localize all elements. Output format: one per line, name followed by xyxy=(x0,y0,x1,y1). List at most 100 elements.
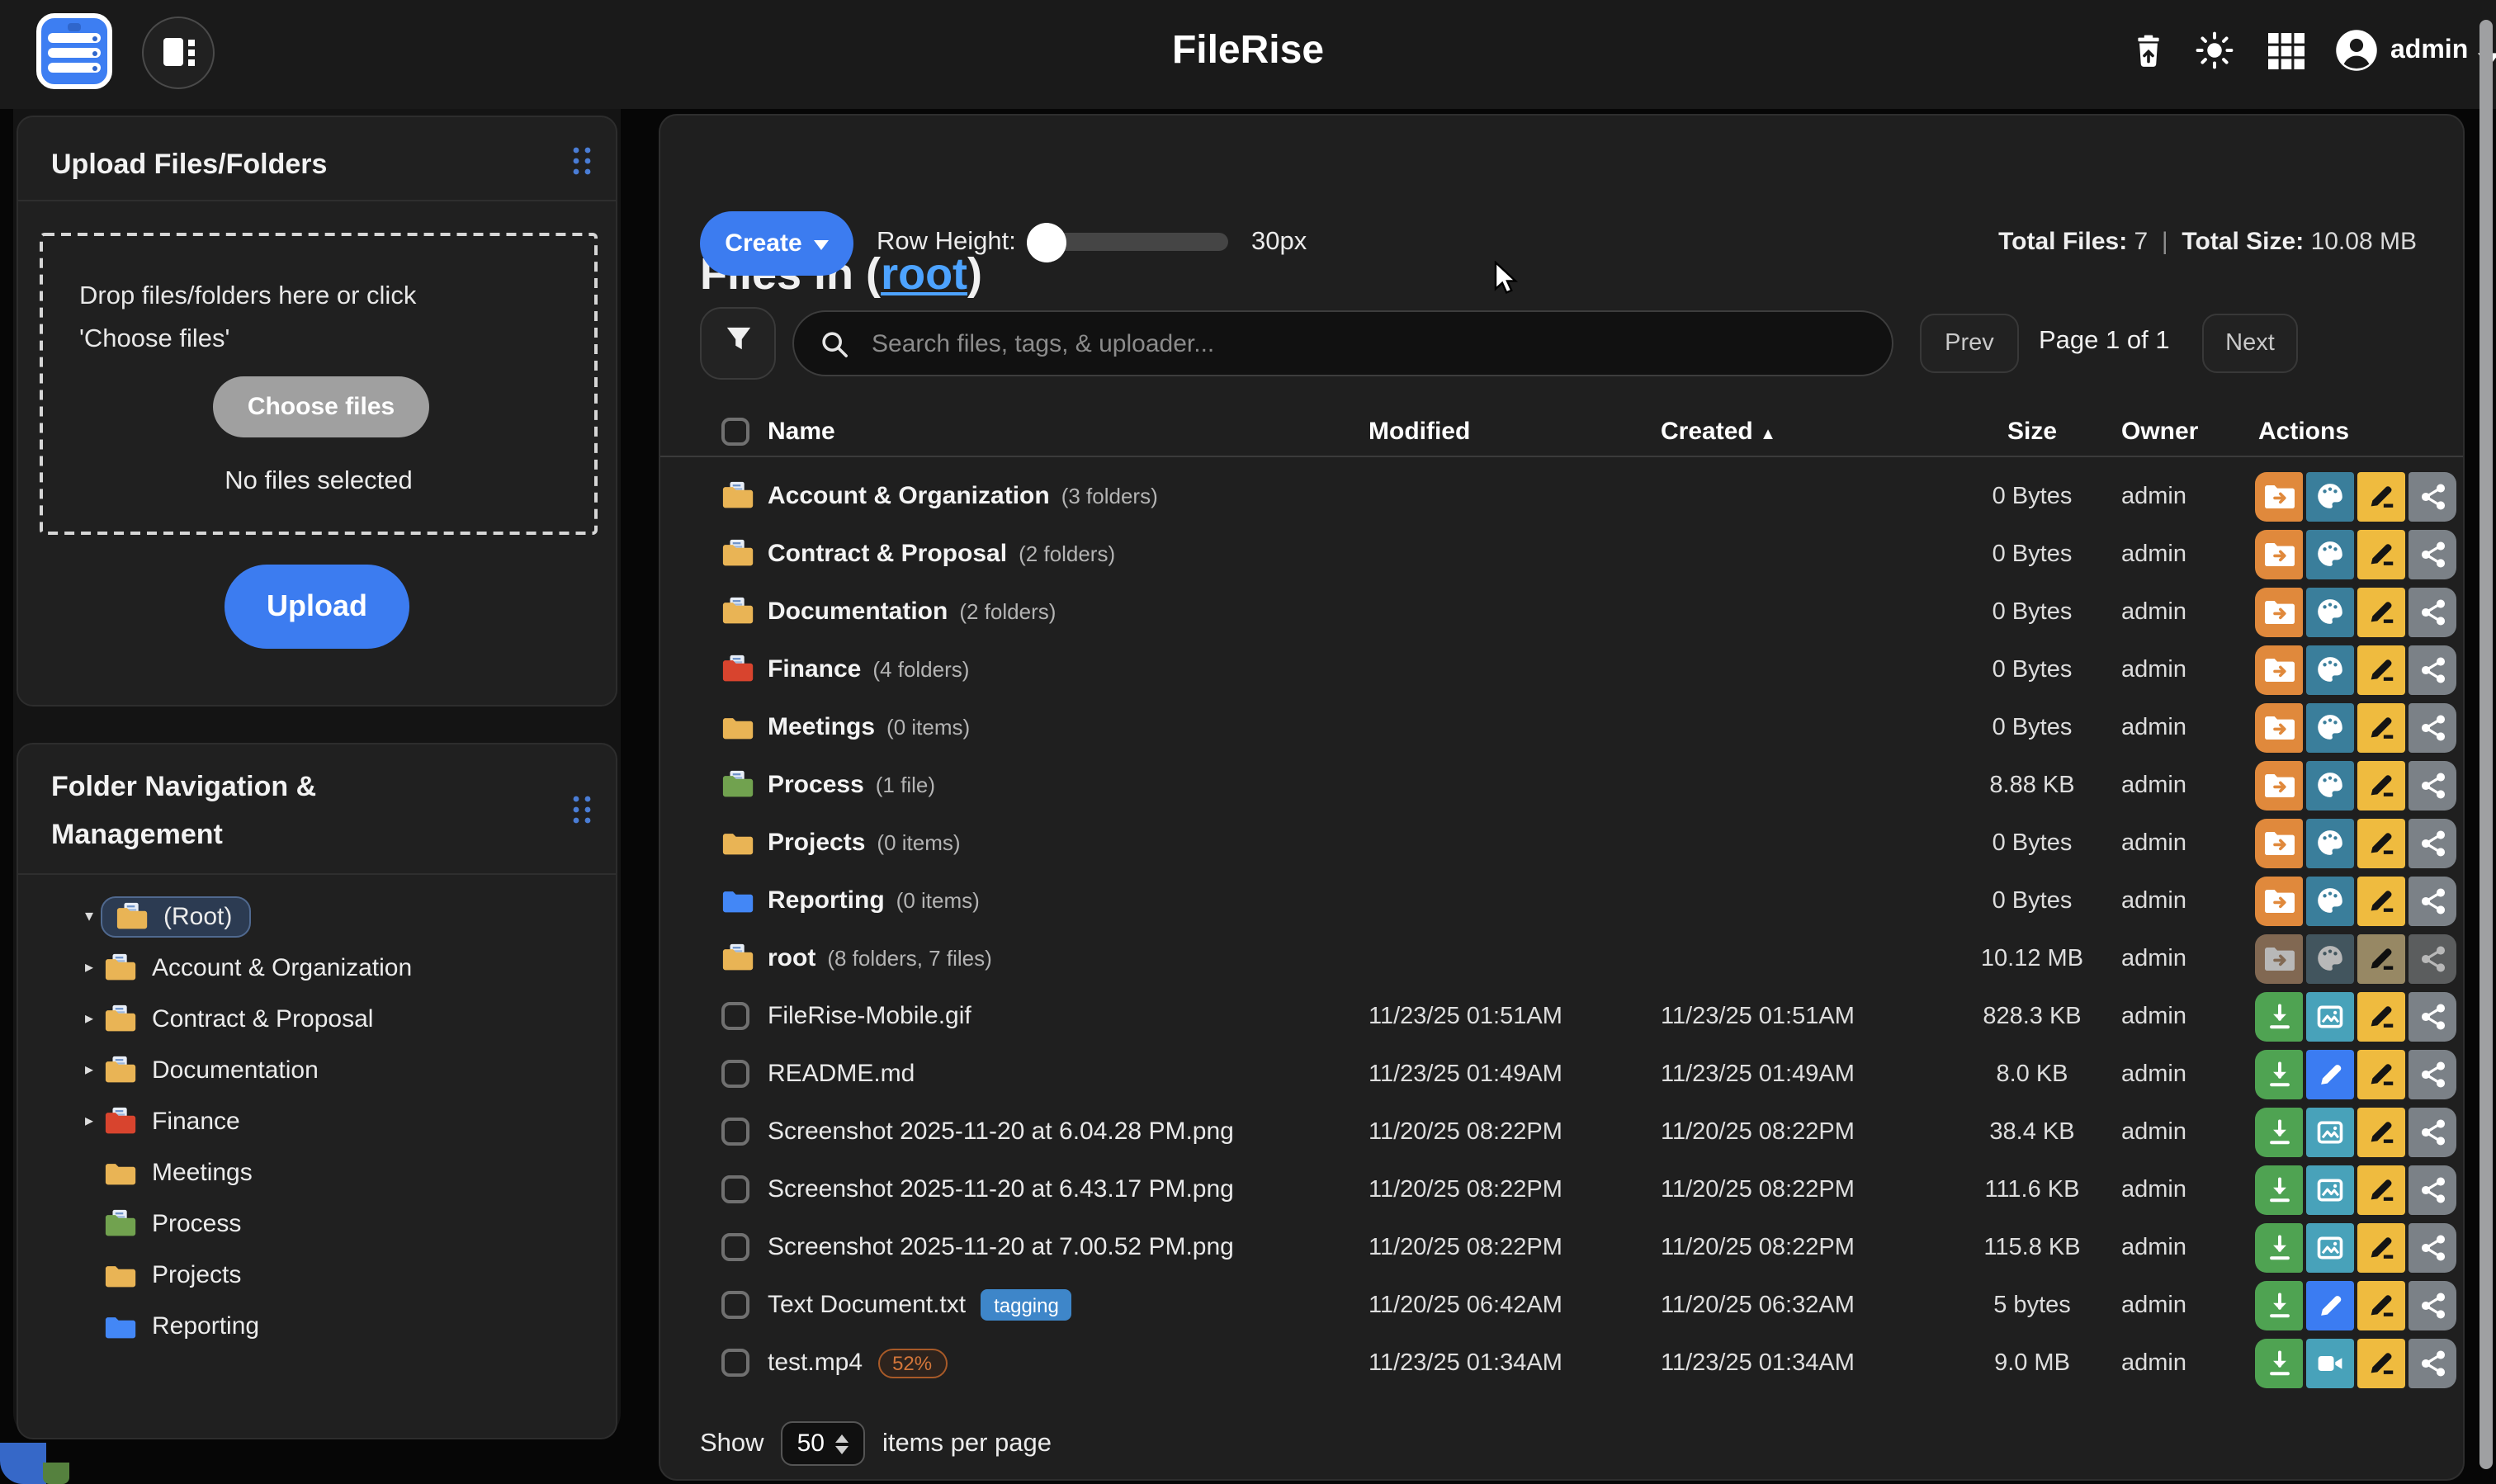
items-per-page-select[interactable]: 50 xyxy=(781,1421,866,1466)
table-row[interactable]: Process(1 file)8.88 KBadmin xyxy=(660,756,2463,814)
row-checkbox[interactable] xyxy=(721,1118,749,1146)
share-button[interactable] xyxy=(2409,991,2456,1041)
folder-move-button[interactable] xyxy=(2255,529,2303,579)
column-header-modified[interactable]: Modified xyxy=(1369,417,1661,445)
image-button[interactable] xyxy=(2306,991,2354,1041)
palette-button[interactable] xyxy=(2306,645,2354,694)
slider-thumb[interactable] xyxy=(1027,222,1066,262)
rename-button[interactable] xyxy=(2357,1280,2405,1330)
palette-button[interactable] xyxy=(2306,587,2354,636)
rename-button[interactable] xyxy=(2357,818,2405,867)
download-button[interactable] xyxy=(2255,1222,2303,1272)
next-page-button[interactable]: Next xyxy=(2202,314,2298,373)
item-name[interactable]: Contract & Proposal xyxy=(768,540,1007,568)
table-row[interactable]: Screenshot 2025-11-20 at 7.00.52 PM.png1… xyxy=(660,1218,2463,1276)
upload-dropzone[interactable]: Drop files/folders here or click 'Choose… xyxy=(40,233,598,535)
item-name[interactable]: Text Document.txt xyxy=(768,1291,966,1319)
folder-move-button[interactable] xyxy=(2255,818,2303,867)
item-name[interactable]: Meetings xyxy=(768,713,875,741)
rename-button[interactable] xyxy=(2357,1107,2405,1156)
share-button[interactable] xyxy=(2409,587,2456,636)
row-checkbox[interactable] xyxy=(721,1175,749,1203)
row-height-slider[interactable] xyxy=(1030,233,1228,251)
select-all-checkbox[interactable] xyxy=(721,417,749,445)
table-row[interactable]: Reporting(0 items)0 Bytesadmin xyxy=(660,872,2463,929)
folder-move-button[interactable] xyxy=(2255,876,2303,925)
tree-item-contract-proposal[interactable]: ▸Contract & Proposal xyxy=(35,994,603,1045)
prev-page-button[interactable]: Prev xyxy=(1920,314,2019,373)
selected-folder-pill[interactable]: (Root) xyxy=(101,896,250,938)
share-button[interactable] xyxy=(2409,1222,2456,1272)
apps-grid-button[interactable] xyxy=(2265,33,2308,76)
tree-item-root[interactable]: ▾(Root) xyxy=(35,891,603,943)
folder-move-button[interactable] xyxy=(2255,471,2303,521)
table-row[interactable]: Documentation(2 folders)0 Bytesadmin xyxy=(660,583,2463,640)
tree-item-finance[interactable]: ▸Finance xyxy=(35,1096,603,1147)
column-header-owner[interactable]: Owner xyxy=(2100,417,2242,445)
upload-button[interactable]: Upload xyxy=(225,565,409,649)
page-scrollbar[interactable] xyxy=(2479,20,2493,1469)
trash-restore-button[interactable] xyxy=(2126,33,2169,76)
download-button[interactable] xyxy=(2255,1049,2303,1099)
table-row[interactable]: Account & Organization(3 folders)0 Bytes… xyxy=(660,467,2463,525)
share-button[interactable] xyxy=(2409,529,2456,579)
theme-toggle-button[interactable] xyxy=(2192,33,2235,76)
share-button[interactable] xyxy=(2409,1280,2456,1330)
share-button[interactable] xyxy=(2409,760,2456,810)
create-button[interactable]: Create xyxy=(700,211,853,276)
rename-button[interactable] xyxy=(2357,471,2405,521)
palette-button[interactable] xyxy=(2306,760,2354,810)
rename-button[interactable] xyxy=(2357,1049,2405,1099)
item-name[interactable]: Screenshot 2025-11-20 at 6.43.17 PM.png xyxy=(768,1175,1234,1203)
rename-button[interactable] xyxy=(2357,645,2405,694)
rename-button[interactable] xyxy=(2357,1165,2405,1214)
share-button[interactable] xyxy=(2409,471,2456,521)
share-button[interactable] xyxy=(2409,1107,2456,1156)
share-button[interactable] xyxy=(2409,818,2456,867)
download-button[interactable] xyxy=(2255,1107,2303,1156)
rename-button[interactable] xyxy=(2357,760,2405,810)
table-row[interactable]: Contract & Proposal(2 folders)0 Bytesadm… xyxy=(660,525,2463,583)
share-button[interactable] xyxy=(2409,1338,2456,1387)
tree-item-process[interactable]: Process xyxy=(35,1198,603,1250)
rename-button[interactable] xyxy=(2357,1222,2405,1272)
folder-move-button[interactable] xyxy=(2255,702,2303,752)
palette-button[interactable] xyxy=(2306,471,2354,521)
item-name[interactable]: Account & Organization xyxy=(768,482,1050,510)
folder-move-button[interactable] xyxy=(2255,760,2303,810)
image-button[interactable] xyxy=(2306,1107,2354,1156)
table-row[interactable]: Screenshot 2025-11-20 at 6.04.28 PM.png1… xyxy=(660,1103,2463,1160)
share-button[interactable] xyxy=(2409,1165,2456,1214)
table-row[interactable]: root(8 folders, 7 files)10.12 MBadmin xyxy=(660,929,2463,987)
item-name[interactable]: README.md xyxy=(768,1060,915,1088)
column-header-created[interactable]: Created ▲ xyxy=(1661,417,1964,445)
palette-button[interactable] xyxy=(2306,818,2354,867)
caret-right-icon[interactable]: ▸ xyxy=(78,959,101,977)
rename-button[interactable] xyxy=(2357,1338,2405,1387)
video-button[interactable] xyxy=(2306,1338,2354,1387)
item-name[interactable]: Screenshot 2025-11-20 at 7.00.52 PM.png xyxy=(768,1233,1234,1261)
table-row[interactable]: README.md11/23/25 01:49AM11/23/25 01:49A… xyxy=(660,1045,2463,1103)
rename-button[interactable] xyxy=(2357,587,2405,636)
edit-button[interactable] xyxy=(2306,1049,2354,1099)
caret-right-icon[interactable]: ▸ xyxy=(78,1113,101,1131)
search-input[interactable] xyxy=(868,328,1799,359)
tree-item-account-organization[interactable]: ▸Account & Organization xyxy=(35,943,603,994)
row-checkbox[interactable] xyxy=(721,1060,749,1088)
table-row[interactable]: FileRise-Mobile.gif11/23/25 01:51AM11/23… xyxy=(660,987,2463,1045)
palette-button[interactable] xyxy=(2306,702,2354,752)
choose-files-button[interactable]: Choose files xyxy=(213,376,429,437)
palette-button[interactable] xyxy=(2306,529,2354,579)
table-row[interactable]: Projects(0 items)0 Bytesadmin xyxy=(660,814,2463,872)
item-name[interactable]: Documentation xyxy=(768,598,948,626)
row-checkbox[interactable] xyxy=(721,1233,749,1261)
row-checkbox[interactable] xyxy=(721,1349,749,1377)
share-button[interactable] xyxy=(2409,1049,2456,1099)
rename-button[interactable] xyxy=(2357,991,2405,1041)
item-name[interactable]: FileRise-Mobile.gif xyxy=(768,1002,971,1030)
download-button[interactable] xyxy=(2255,1165,2303,1214)
item-name[interactable]: Reporting xyxy=(768,886,885,915)
rename-button[interactable] xyxy=(2357,702,2405,752)
caret-down-icon[interactable]: ▾ xyxy=(78,908,101,926)
rename-button[interactable] xyxy=(2357,529,2405,579)
